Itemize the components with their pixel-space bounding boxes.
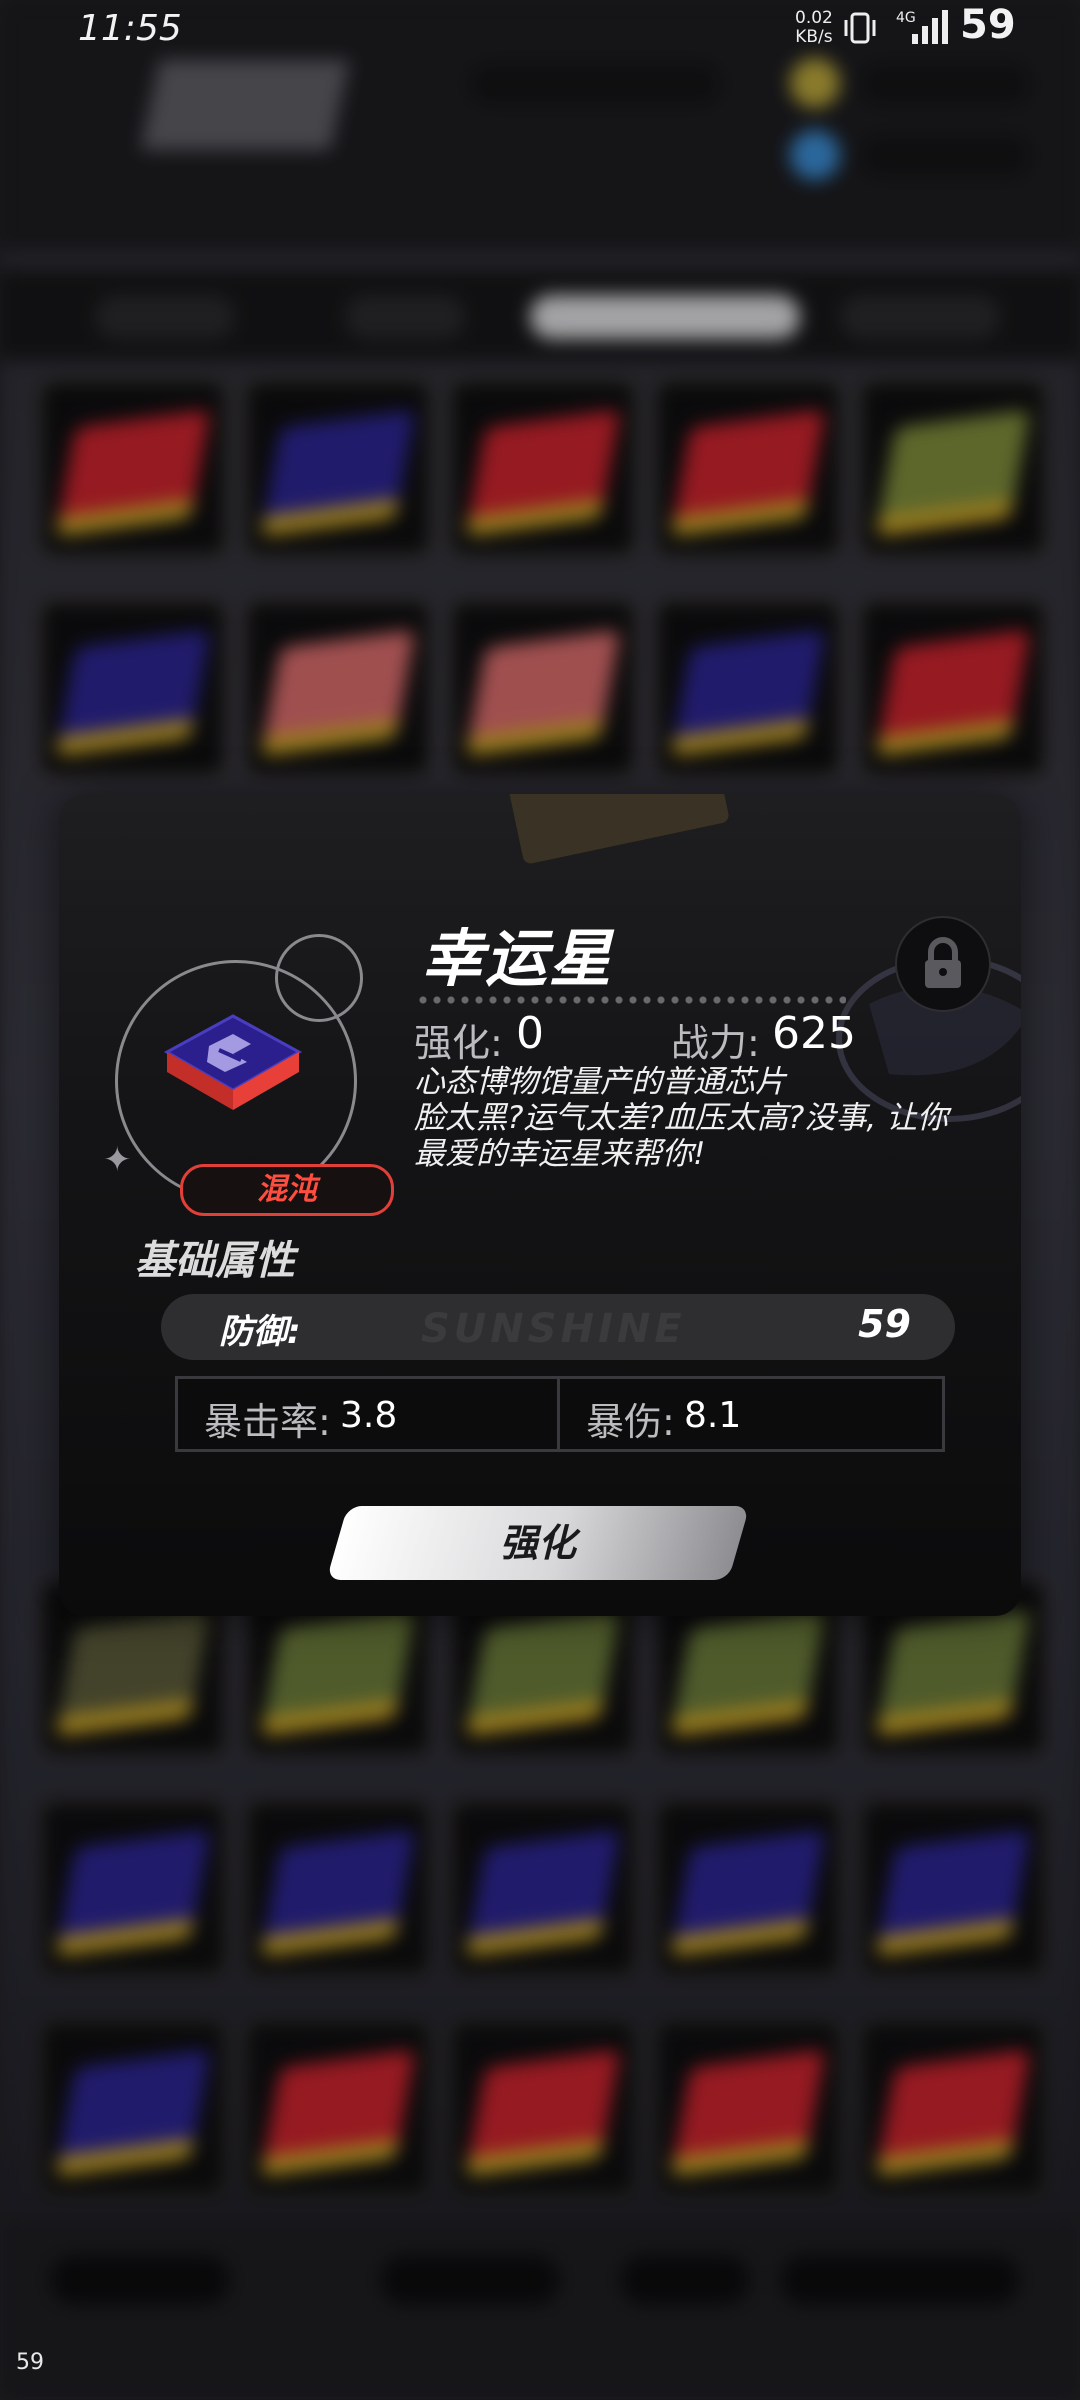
- bar-watermark: SUNSHINE: [421, 1306, 686, 1352]
- net-speed-value: 0.02: [795, 8, 833, 28]
- sparkle-icon: ✦: [103, 1140, 132, 1180]
- chip-item-icon: [163, 1014, 303, 1110]
- item-detail-modal: ✦ 混沌 幸运星 强化: 0 战力: 625 心态博物馆量产的普通芯片 脸太黑?…: [59, 794, 1021, 1616]
- status-bar: 11:55 0.02 KB/s 4G 59: [0, 0, 1080, 56]
- signal-icon: [912, 10, 948, 44]
- sub-stat-value: 3.8: [340, 1395, 398, 1436]
- vibrate-icon: [844, 12, 876, 44]
- decor-shape: [507, 794, 731, 865]
- sub-stat-label: 暴击率:: [204, 1400, 331, 1444]
- status-time: 11:55: [78, 8, 182, 49]
- sub-stat-box: 暴击率: 3.8: [175, 1376, 563, 1452]
- lock-button[interactable]: [895, 916, 991, 1012]
- main-stat-value: 59: [858, 1302, 911, 1346]
- lock-icon: [925, 937, 961, 988]
- section-title: 基础属性: [135, 1238, 295, 1284]
- enhance-button[interactable]: 强化: [326, 1506, 750, 1580]
- main-stat-label: 防御:: [219, 1312, 301, 1352]
- dotted-divider: [416, 996, 846, 1004]
- icon-ring-small: [275, 934, 363, 1022]
- enhance-level-value: 0: [516, 1008, 544, 1059]
- sub-stat-box: 暴伤: 8.1: [557, 1376, 945, 1452]
- net-speed-unit: KB/s: [795, 27, 833, 47]
- rarity-badge: 混沌: [180, 1164, 394, 1216]
- item-name: 幸运星: [421, 922, 614, 995]
- sub-stat-label: 暴伤:: [586, 1400, 675, 1444]
- item-description: 心态博物馆量产的普通芯片 脸太黑?运气太差?血压太高?没事, 让你最爱的幸运星来…: [414, 1064, 954, 1172]
- fps-counter: 59: [16, 2350, 44, 2375]
- description-line: 心态博物馆量产的普通芯片: [414, 1064, 786, 1100]
- enhance-button-label: 强化: [499, 1521, 576, 1565]
- sub-stat-value: 8.1: [684, 1395, 742, 1436]
- power-label: 战力:: [671, 1021, 760, 1065]
- battery-level: 59: [960, 2, 1016, 48]
- net-speed: 0.02 KB/s: [795, 9, 833, 47]
- main-stat-bar: SUNSHINE 防御: 59: [161, 1294, 955, 1360]
- power-value: 625: [772, 1008, 856, 1059]
- description-line: 脸太黑?运气太差?血压太高?没事, 让你最爱的幸运星来帮你!: [414, 1100, 949, 1172]
- enhance-level-label: 强化:: [414, 1021, 503, 1065]
